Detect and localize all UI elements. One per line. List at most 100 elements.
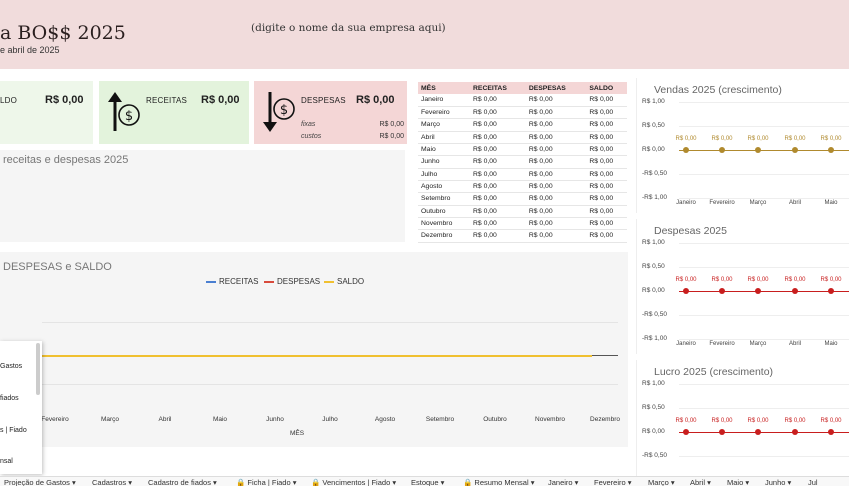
table-cell[interactable]: R$ 0,00 [586, 168, 627, 181]
data-label: R$ 0,00 [784, 277, 806, 283]
sheet-tab[interactable]: Junho ▾ [765, 478, 791, 486]
data-point[interactable] [683, 429, 689, 435]
y-tick-label: -R$ 0,50 [642, 452, 667, 459]
data-point[interactable] [755, 429, 761, 435]
table-cell[interactable]: R$ 0,00 [470, 180, 526, 194]
table-row: Janeiro R$ 0,00 R$ 0,00 R$ 0,00 [418, 94, 627, 107]
sheet-tab[interactable]: Projeção de Gastos ▾ [4, 478, 76, 486]
sheet-tab[interactable]: 🔒 Vencimentos | Fiado ▾ [311, 478, 396, 486]
table-cell[interactable]: R$ 0,00 [586, 192, 627, 206]
table-cell[interactable]: Abril [418, 131, 470, 144]
dropdown-item[interactable]: s | Fiado [0, 427, 27, 434]
data-label: R$ 0,00 [675, 136, 697, 142]
dropdown-item[interactable]: nsal [0, 458, 13, 465]
table-row: Junho R$ 0,00 R$ 0,00 R$ 0,00 [418, 155, 627, 169]
table-cell[interactable]: R$ 0,00 [525, 131, 587, 144]
data-point[interactable] [683, 147, 689, 153]
mini-series-line [679, 149, 849, 151]
table-cell[interactable]: R$ 0,00 [525, 205, 587, 218]
table-cell[interactable]: R$ 0,00 [586, 180, 627, 194]
table-cell[interactable]: R$ 0,00 [525, 192, 587, 206]
sheet-tab[interactable]: Janeiro ▾ [548, 478, 578, 486]
legend-despesas-swatch [264, 280, 274, 283]
table-cell[interactable]: R$ 0,00 [525, 180, 587, 194]
table-cell[interactable]: R$ 0,00 [525, 217, 587, 231]
table-cell[interactable]: R$ 0,00 [470, 143, 526, 157]
sheet-tab[interactable]: Jul [808, 478, 818, 486]
data-point[interactable] [792, 147, 798, 153]
dropdown-item[interactable]: Gastos [0, 363, 22, 370]
kpi-despesas-label: DESPESAS [301, 96, 346, 105]
data-label: R$ 0,00 [747, 277, 769, 283]
table-cell[interactable]: R$ 0,00 [470, 168, 526, 181]
x-tick-label: Fevereiro [41, 416, 69, 423]
data-point[interactable] [828, 429, 834, 435]
table-cell[interactable]: R$ 0,00 [586, 155, 627, 169]
sheet-tab[interactable]: Maio ▾ [727, 478, 749, 486]
data-point[interactable] [828, 147, 834, 153]
dropdown-item[interactable]: fiados [0, 395, 19, 402]
table-cell[interactable]: Outubro [418, 205, 470, 218]
data-point[interactable] [828, 288, 834, 294]
table-cell[interactable]: R$ 0,00 [586, 229, 627, 243]
header-saldo: SALDO [586, 82, 627, 94]
table-cell[interactable]: R$ 0,00 [586, 94, 627, 107]
sheet-tab[interactable]: 🔒 Resumo Mensal ▾ [463, 478, 534, 486]
table-cell[interactable]: R$ 0,00 [470, 106, 526, 120]
sheet-tab[interactable]: Estoque ▾ [411, 478, 444, 486]
main-chart-title: DESPESAS e SALDO [3, 261, 112, 273]
data-point[interactable] [719, 288, 725, 294]
legend-receitas-label: RECEITAS [219, 277, 259, 286]
sheet-dropdown-menu[interactable]: Gastos fiados s | Fiado nsal [0, 341, 42, 474]
svg-text:$: $ [280, 103, 288, 118]
sheet-tab[interactable]: Abril ▾ [690, 478, 711, 486]
table-cell[interactable]: R$ 0,00 [586, 106, 627, 120]
data-point[interactable] [755, 147, 761, 153]
table-cell[interactable]: Fevereiro [418, 106, 470, 120]
table-cell[interactable]: R$ 0,00 [470, 94, 526, 107]
table-cell[interactable]: R$ 0,00 [586, 143, 627, 157]
table-cell[interactable]: R$ 0,00 [525, 106, 587, 120]
table-cell[interactable]: R$ 0,00 [470, 155, 526, 169]
table-cell[interactable]: R$ 0,00 [586, 118, 627, 132]
table-cell[interactable]: Junho [418, 155, 470, 169]
x-tick-label: Janeiro [676, 341, 696, 347]
data-point[interactable] [792, 288, 798, 294]
table-cell[interactable]: R$ 0,00 [586, 131, 627, 144]
table-cell[interactable]: Janeiro [418, 94, 470, 107]
table-cell[interactable]: Maio [418, 143, 470, 157]
table-cell[interactable]: R$ 0,00 [470, 131, 526, 144]
table-cell[interactable]: R$ 0,00 [586, 217, 627, 231]
data-point[interactable] [719, 147, 725, 153]
table-cell[interactable]: R$ 0,00 [470, 118, 526, 132]
table-cell[interactable]: R$ 0,00 [525, 155, 587, 169]
table-cell[interactable]: R$ 0,00 [525, 94, 587, 107]
table-cell[interactable]: Agosto [418, 180, 470, 194]
table-cell[interactable]: Março [418, 118, 470, 132]
table-cell[interactable]: R$ 0,00 [586, 205, 627, 218]
table-cell[interactable]: Novembro [418, 217, 470, 231]
table-cell[interactable]: R$ 0,00 [470, 217, 526, 231]
sheet-tab[interactable]: Março ▾ [648, 478, 675, 486]
company-name-field[interactable]: (digite o nome da sua empresa aqui) [251, 22, 446, 34]
sheet-tab[interactable]: Fevereiro ▾ [594, 478, 632, 486]
sheet-tab[interactable]: Cadastro de fiados ▾ [148, 478, 217, 486]
kpi-despesas-custos-label: custos [301, 133, 322, 140]
table-cell[interactable]: Dezembro [418, 229, 470, 243]
table-cell[interactable]: R$ 0,00 [525, 168, 587, 181]
table-cell[interactable]: R$ 0,00 [525, 229, 587, 243]
data-point[interactable] [792, 429, 798, 435]
table-cell[interactable]: Julho [418, 168, 470, 181]
dropdown-scrollbar[interactable] [36, 343, 40, 395]
data-point[interactable] [719, 429, 725, 435]
data-point[interactable] [755, 288, 761, 294]
table-cell[interactable]: R$ 0,00 [525, 143, 587, 157]
table-cell[interactable]: R$ 0,00 [525, 118, 587, 132]
sheet-tab[interactable]: Cadastros ▾ [92, 478, 132, 486]
sheet-tab[interactable]: 🔒 Ficha | Fiado ▾ [236, 478, 297, 486]
table-cell[interactable]: Setembro [418, 192, 470, 206]
table-cell[interactable]: R$ 0,00 [470, 229, 526, 243]
data-point[interactable] [683, 288, 689, 294]
table-cell[interactable]: R$ 0,00 [470, 192, 526, 206]
table-cell[interactable]: R$ 0,00 [470, 205, 526, 218]
